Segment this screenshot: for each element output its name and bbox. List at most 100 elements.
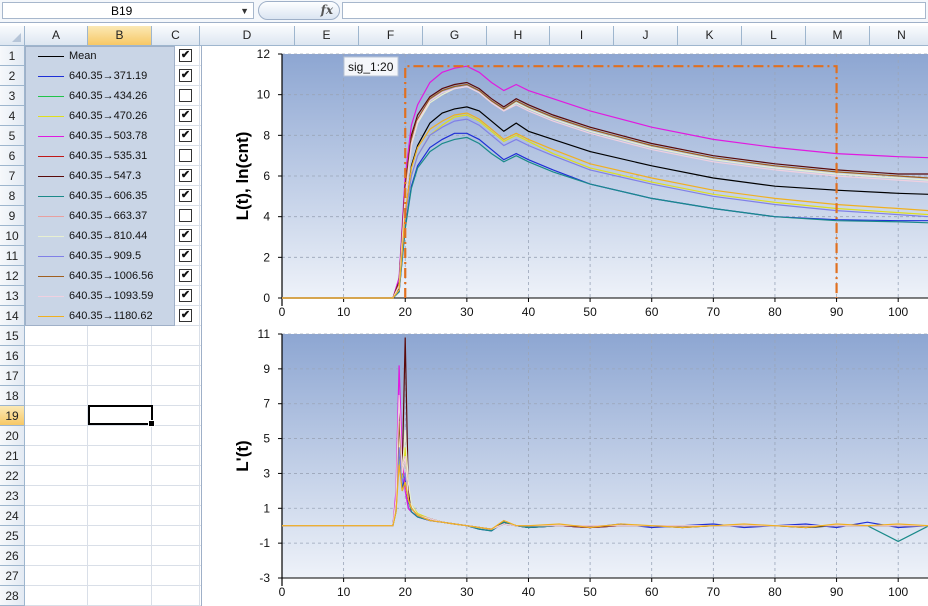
y-axis-label: L(t), ln(cnt) [233, 132, 252, 221]
column-header-e[interactable]: E [295, 26, 359, 45]
x-tick-label: 30 [460, 585, 474, 599]
column-header-a[interactable]: A [25, 26, 88, 45]
series-checkbox[interactable]: ✔ [179, 189, 192, 202]
x-tick-label: 50 [583, 585, 597, 599]
row-header-25[interactable]: 25 [0, 526, 25, 546]
y-tick-label: 3 [263, 466, 270, 480]
series-checkbox[interactable] [179, 89, 192, 102]
legend-item: 640.35→606.35 [26, 187, 176, 207]
legend-item: Mean [26, 47, 176, 67]
legend-swatch [38, 296, 64, 297]
x-tick-label: 60 [645, 305, 659, 319]
series-checkbox[interactable]: ✔ [179, 49, 192, 62]
y-tick-label: -3 [259, 571, 270, 585]
row-header-6[interactable]: 6 [0, 146, 25, 166]
legend-label: 640.35→503.78 [69, 130, 148, 142]
row-header-9[interactable]: 9 [0, 206, 25, 226]
column-header-m[interactable]: M [806, 26, 870, 45]
x-tick-label: 90 [830, 585, 844, 599]
row-header-4[interactable]: 4 [0, 106, 25, 126]
legend-label: 640.35→663.37 [69, 210, 148, 222]
series-checkbox[interactable]: ✔ [179, 229, 192, 242]
series-checkbox[interactable]: ✔ [179, 109, 192, 122]
row-header-24[interactable]: 24 [0, 506, 25, 526]
row-header-1[interactable]: 1 [0, 46, 25, 66]
x-tick-label: 80 [768, 585, 782, 599]
series-checkbox[interactable]: ✔ [179, 269, 192, 282]
column-header-l[interactable]: L [742, 26, 806, 45]
series-checkbox[interactable] [179, 209, 192, 222]
series-checkbox[interactable]: ✔ [179, 249, 192, 262]
row-header-10[interactable]: 10 [0, 226, 25, 246]
formula-input[interactable] [342, 2, 926, 19]
y-tick-label: 0 [263, 291, 270, 305]
row-header-5[interactable]: 5 [0, 126, 25, 146]
selected-cell[interactable] [88, 405, 155, 427]
legend-swatch [38, 316, 64, 317]
column-header-i[interactable]: I [550, 26, 614, 45]
row-header-13[interactable]: 13 [0, 286, 25, 306]
row-header-18[interactable]: 18 [0, 386, 25, 406]
legend-item: 640.35→535.31 [26, 147, 176, 167]
column-header-g[interactable]: G [423, 26, 487, 45]
row-header-23[interactable]: 23 [0, 486, 25, 506]
name-box[interactable]: B19 ▼ [2, 2, 254, 19]
row-header-2[interactable]: 2 [0, 66, 25, 86]
y-tick-label: 5 [263, 432, 270, 446]
x-tick-label: 80 [768, 305, 782, 319]
x-tick-label: 40 [522, 305, 536, 319]
chevron-down-icon[interactable]: ▼ [240, 3, 249, 20]
series-checkbox[interactable]: ✔ [179, 309, 192, 322]
row-header-15[interactable]: 15 [0, 326, 25, 346]
row-header-26[interactable]: 26 [0, 546, 25, 566]
legend-panel: Mean 640.35→371.19 640.35→434.26 640.35→470… [25, 46, 175, 326]
cell-reference: B19 [111, 4, 133, 18]
column-header-f[interactable]: F [359, 26, 423, 45]
annotation-label: sig_1:20 [348, 60, 394, 74]
legend-item: 640.35→810.44 [26, 227, 176, 247]
row-header-16[interactable]: 16 [0, 346, 25, 366]
row-header-17[interactable]: 17 [0, 366, 25, 386]
column-headers: ABCDEFGHIJKLMN [0, 26, 928, 46]
x-tick-label: 40 [522, 585, 536, 599]
row-header-19[interactable]: 19 [0, 406, 25, 426]
grid-column-line [199, 46, 200, 606]
legend-swatch [38, 96, 64, 97]
formula-bar: B19 ▼ fx [0, 0, 928, 23]
y-tick-label: 11 [258, 327, 271, 341]
series-checkbox[interactable]: ✔ [179, 169, 192, 182]
column-header-c[interactable]: C [152, 26, 200, 45]
column-header-d[interactable]: D [200, 26, 295, 45]
column-header-b[interactable]: B [88, 26, 152, 45]
row-header-3[interactable]: 3 [0, 86, 25, 106]
y-tick-label: 4 [263, 210, 270, 224]
row-header-28[interactable]: 28 [0, 586, 25, 606]
series-checkbox[interactable]: ✔ [179, 69, 192, 82]
row-header-11[interactable]: 11 [0, 246, 25, 266]
column-header-k[interactable]: K [678, 26, 742, 45]
y-tick-label: 1 [263, 501, 270, 515]
row-header-7[interactable]: 7 [0, 166, 25, 186]
x-tick-label: 20 [399, 305, 413, 319]
column-header-h[interactable]: H [487, 26, 550, 45]
select-all-button[interactable] [0, 26, 25, 45]
legend-label: 640.35→470.26 [69, 110, 148, 122]
row-header-20[interactable]: 20 [0, 426, 25, 446]
series-checkbox[interactable] [179, 149, 192, 162]
row-header-21[interactable]: 21 [0, 446, 25, 466]
plot-area [282, 334, 928, 578]
row-header-8[interactable]: 8 [0, 186, 25, 206]
y-tick-label: -1 [259, 536, 270, 550]
row-header-12[interactable]: 12 [0, 266, 25, 286]
column-header-n[interactable]: N [870, 26, 928, 45]
column-header-j[interactable]: J [614, 26, 678, 45]
insert-function-button[interactable]: fx [258, 1, 340, 20]
series-checkbox[interactable]: ✔ [179, 129, 192, 142]
legend-label: 640.35→1006.56 [69, 270, 154, 282]
row-header-27[interactable]: 27 [0, 566, 25, 586]
row-header-14[interactable]: 14 [0, 306, 25, 326]
legend-swatch [38, 76, 64, 77]
row-header-22[interactable]: 22 [0, 466, 25, 486]
legend-item: 640.35→1093.59 [26, 287, 176, 307]
series-checkbox[interactable]: ✔ [179, 289, 192, 302]
